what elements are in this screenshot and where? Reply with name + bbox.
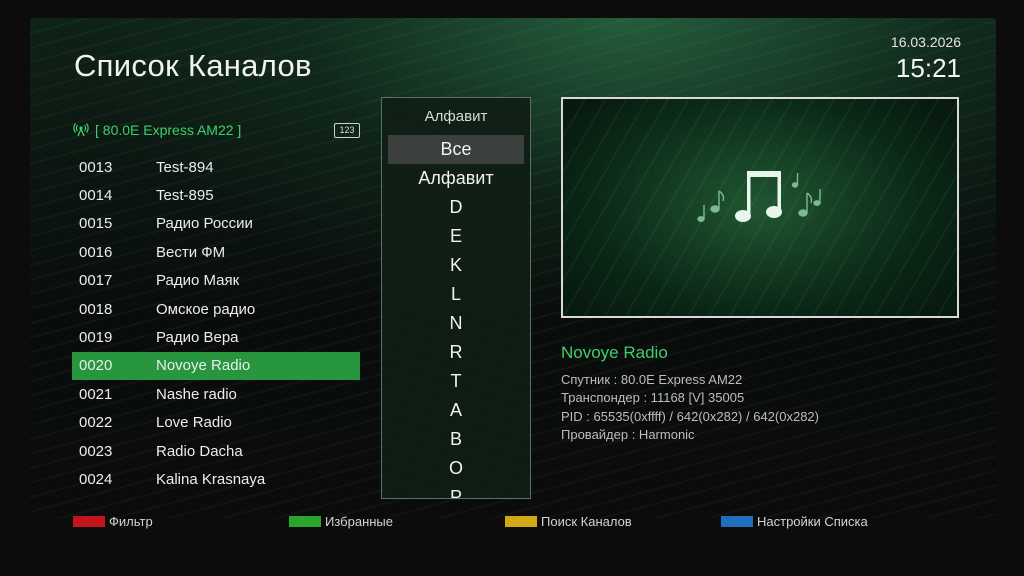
blue-key-list-settings[interactable]: Настройки Списка	[721, 514, 868, 529]
channel-name: Омское радио	[156, 300, 256, 318]
channel-name: Radio Dacha	[156, 442, 243, 460]
sort-menu-item[interactable]: B	[382, 425, 530, 454]
channel-row[interactable]: 0018 Омское радио	[72, 295, 360, 323]
sort-menu-item[interactable]: D	[382, 193, 530, 222]
sort-menu-item[interactable]: T	[382, 367, 530, 396]
green-key-favorites[interactable]: Избранные	[289, 514, 393, 529]
sort-menu[interactable]: Алфавит Все Алфавит D E K L N R T A B O P	[381, 97, 531, 499]
channel-number: 0017	[79, 272, 113, 290]
sort-menu-item[interactable]: Все	[388, 135, 524, 164]
channel-number: 0015	[79, 215, 113, 233]
channel-number: 0021	[79, 385, 113, 403]
music-notes-icon	[697, 171, 821, 222]
channel-row[interactable]: 0022 Love Radio	[72, 409, 360, 437]
blue-key-label: Настройки Списка	[757, 514, 868, 529]
channel-list[interactable]: 0013 Test-894 0014 Test-895 0015 Радио России…	[72, 153, 360, 494]
satellite-selector[interactable]: [ 80.0E Express AM22 ]	[73, 122, 241, 138]
sort-menu-item[interactable]: Алфавит	[382, 164, 530, 193]
channel-name: Радио Вера	[156, 329, 239, 347]
channel-number: 0022	[79, 414, 113, 432]
sort-menu-item[interactable]: N	[382, 309, 530, 338]
sort-menu-item[interactable]: R	[382, 338, 530, 367]
color-key-bar: Фильтр Избранные Поиск Каналов Настройки…	[0, 514, 1024, 530]
yellow-key-search[interactable]: Поиск Каналов	[505, 514, 632, 529]
channel-name: Love Radio	[156, 414, 232, 432]
channel-row[interactable]: 0015 Радио России	[72, 210, 360, 238]
channel-name: Вести ФМ	[156, 243, 226, 261]
channel-number: 0018	[79, 300, 113, 318]
satellite-info: Спутник : 80.0E Express AM22	[561, 372, 743, 387]
channel-row[interactable]: 0016 Вести ФМ	[72, 238, 360, 266]
sort-menu-item[interactable]: A	[382, 396, 530, 425]
transponder-info: Транспондер : 11168 [V] 35005	[561, 390, 745, 406]
sort-menu-item[interactable]: E	[382, 222, 530, 251]
channel-number: 0014	[79, 187, 113, 205]
channel-name: Test-894	[156, 158, 214, 176]
sort-menu-item[interactable]: P	[382, 483, 530, 498]
red-key-swatch	[73, 516, 105, 527]
channel-name: Test-895	[156, 187, 214, 205]
green-key-label: Избранные	[325, 514, 393, 529]
sort-menu-item[interactable]: L	[382, 280, 530, 309]
selected-channel-name: Novoye Radio	[561, 343, 668, 362]
channel-number: 0020	[79, 357, 113, 375]
channel-name: Novoye Radio	[156, 357, 251, 375]
red-key-filter[interactable]: Фильтр	[73, 514, 153, 529]
channel-row[interactable]: 0013 Test-894	[72, 153, 360, 181]
channel-row[interactable]: 0019 Радио Вера	[72, 323, 360, 351]
page-title: Список Каналов	[74, 48, 312, 83]
pid-info: PID : 65535(0xffff) / 642(0x282) / 642(0…	[561, 408, 819, 424]
channel-row[interactable]: 0014 Test-895	[72, 181, 360, 209]
satellite-label: [ 80.0E Express AM22 ]	[95, 122, 242, 138]
sort-menu-title: Алфавит	[424, 108, 488, 125]
current-date: 16.03.2026	[890, 34, 961, 50]
channel-name: Nashe radio	[156, 385, 237, 403]
channel-name: Радио России	[156, 215, 253, 233]
channel-row[interactable]: 0023 Radio Dacha	[72, 437, 360, 465]
provider-info: Провайдер : Harmonic	[561, 427, 695, 443]
blue-key-swatch	[721, 516, 753, 527]
red-key-label: Фильтр	[109, 514, 153, 529]
channel-details: Спутник : 80.0E Express AM22 Транспондер…	[561, 371, 819, 445]
sort-menu-item[interactable]: K	[382, 251, 530, 280]
channel-name: Kalina Krasnaya	[156, 470, 266, 488]
channel-number: 0013	[79, 158, 113, 176]
sort-menu-item[interactable]: O	[382, 454, 530, 483]
channel-name: Радио Маяк	[156, 272, 240, 290]
channel-number: 0019	[79, 329, 113, 347]
channel-number: 0023	[79, 442, 113, 460]
yellow-key-swatch	[505, 516, 537, 527]
channel-row[interactable]: 0024 Kalina Krasnaya	[72, 465, 360, 493]
green-key-swatch	[289, 516, 321, 527]
channel-number: 0016	[79, 243, 113, 261]
current-time: 15:21	[895, 53, 961, 83]
channel-preview	[561, 97, 959, 318]
channel-number: 0024	[79, 470, 113, 488]
channel-row-selected[interactable]: 0020 Novoye Radio	[72, 351, 360, 381]
numbering-badge: 123	[334, 123, 360, 138]
channel-row[interactable]: 0021 Nashe radio	[72, 380, 360, 408]
satellite-dish-icon	[73, 123, 89, 137]
yellow-key-label: Поиск Каналов	[541, 514, 632, 529]
channel-row[interactable]: 0017 Радио Маяк	[72, 267, 360, 295]
